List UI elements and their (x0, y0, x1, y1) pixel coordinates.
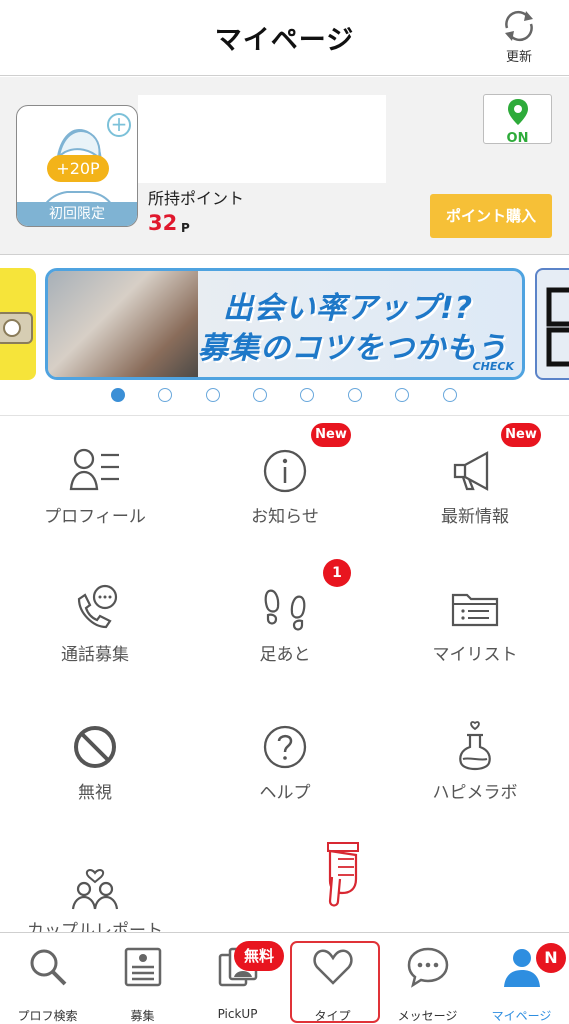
menu-item-ignore[interactable]: 無視 (0, 693, 190, 831)
tab-label: PickUP (217, 1007, 258, 1021)
banner-main-slide[interactable]: 出会い率アップ!? 募集のコツをつかもう CHECK (45, 268, 525, 380)
tab-label: 募集 (130, 1009, 155, 1023)
megaphone-icon (453, 451, 489, 491)
tab-recruit[interactable]: 募集 (95, 933, 190, 1024)
profile-list-icon (69, 448, 119, 491)
menu-item-mylist[interactable]: マイリスト (380, 555, 569, 693)
carousel-dot[interactable] (158, 388, 172, 402)
banner-headline-1: 出会い率アップ!? (223, 291, 474, 326)
banner-prev-slide[interactable] (0, 268, 36, 380)
location-pin-icon (507, 99, 528, 125)
folder-list-icon (451, 593, 499, 627)
banner-carousel: 出会い率アップ!? 募集のコツをつかもう CHECK (0, 256, 569, 416)
new-badge: New (501, 423, 541, 447)
page-title: マイページ (214, 25, 355, 56)
tab-label: プロフ検索 (17, 1009, 78, 1023)
tab-profile-search[interactable]: プロフ検索 (0, 933, 95, 1024)
menu-item-label: ヘルプ (259, 783, 311, 803)
menu-item-label: 最新情報 (441, 507, 509, 527)
new-notification-badge: N (536, 943, 566, 973)
help-icon (263, 725, 307, 769)
footprints-icon (264, 589, 306, 631)
menu-item-happymail-lab[interactable]: ハピメラボ (380, 693, 569, 831)
bonus-points-pill: +20P (47, 155, 109, 182)
location-toggle-state: ON (506, 131, 529, 146)
menu-item-latest-info[interactable]: 最新情報 New (380, 417, 569, 555)
refresh-icon (505, 10, 533, 42)
free-badge: 無料 (234, 941, 284, 971)
menu-item-label: 通話募集 (61, 645, 129, 665)
menu-item-label: マイリスト (432, 645, 518, 665)
carousel-dot[interactable] (111, 388, 125, 402)
block-icon (74, 726, 116, 768)
carousel-dot[interactable] (300, 388, 314, 402)
tab-highlight-frame (290, 941, 380, 1023)
banner-photo (48, 271, 198, 377)
menu-item-notices[interactable]: お知らせ New (190, 417, 380, 555)
chat-bubble-icon (407, 947, 448, 988)
menu-item-profile[interactable]: プロフィール (0, 417, 190, 555)
buy-points-button[interactable]: ポイント購入 (430, 194, 552, 238)
menu-item-label: お知らせ (251, 507, 319, 527)
points-label: 所持ポイント (148, 189, 245, 208)
pointing-hand-icon (327, 842, 359, 907)
menu-item-label: 足あと (259, 645, 311, 665)
tab-label: マイページ (491, 1009, 552, 1023)
carousel-dot[interactable] (395, 388, 409, 402)
first-time-limited-label: 初回限定 (17, 202, 137, 226)
my-page-screen: マイページ 更新 + +20P 初回限定 所持ポイント 32 P ON ポイント… (0, 0, 569, 1024)
camera-icon (0, 312, 33, 344)
carousel-dots (0, 388, 569, 404)
add-photo-icon: + (107, 113, 131, 137)
carousel-dot[interactable] (253, 388, 267, 402)
username-area (138, 95, 386, 183)
menu-item-help[interactable]: ヘルプ (190, 693, 380, 831)
header-bar: マイページ 更新 (0, 0, 569, 76)
search-icon (30, 949, 66, 986)
couple-icon (71, 869, 119, 910)
phone-chat-icon (77, 584, 118, 629)
points-value: 32 (148, 211, 178, 235)
board-icon (124, 947, 161, 987)
refresh-label: 更新 (505, 50, 532, 65)
menu-item-call-recruit[interactable]: 通話募集 (0, 555, 190, 693)
points-unit: P (181, 221, 190, 235)
info-icon (263, 449, 307, 493)
refresh-button[interactable]: 更新 (495, 8, 543, 68)
bottom-tab-bar: プロフ検索 募集 PickUP タイプ メッセージ マイページ 無料 N (0, 932, 569, 1024)
banner-next-slide[interactable] (535, 268, 569, 380)
menu-grid: プロフィール お知らせ New 最新情報 New 通話募集 足あと 1 マイリス… (0, 417, 569, 941)
tab-label: メッセージ (397, 1009, 458, 1023)
flask-icon (459, 721, 491, 771)
carousel-dot[interactable] (206, 388, 220, 402)
banner-headline-2: 募集のコツをつかもう (198, 331, 508, 366)
location-toggle-button[interactable]: ON (483, 94, 552, 146)
menu-item-footprints[interactable]: 足あと 1 (190, 555, 380, 693)
menu-item-label: プロフィール (44, 507, 146, 527)
new-badge: New (311, 423, 351, 447)
avatar-upload[interactable]: + +20P 初回限定 (16, 105, 138, 227)
carousel-dot[interactable] (348, 388, 362, 402)
menu-item-label: 無視 (78, 783, 112, 803)
menu-item-label: ハピメラボ (432, 783, 518, 803)
profile-section: + +20P 初回限定 所持ポイント 32 P ON ポイント購入 (0, 77, 569, 255)
banner-check-tag: CHECK (472, 360, 514, 373)
banner-next-text-icon (546, 287, 569, 367)
count-badge: 1 (323, 559, 351, 587)
tab-messages[interactable]: メッセージ (380, 933, 475, 1024)
carousel-dot[interactable] (443, 388, 457, 402)
